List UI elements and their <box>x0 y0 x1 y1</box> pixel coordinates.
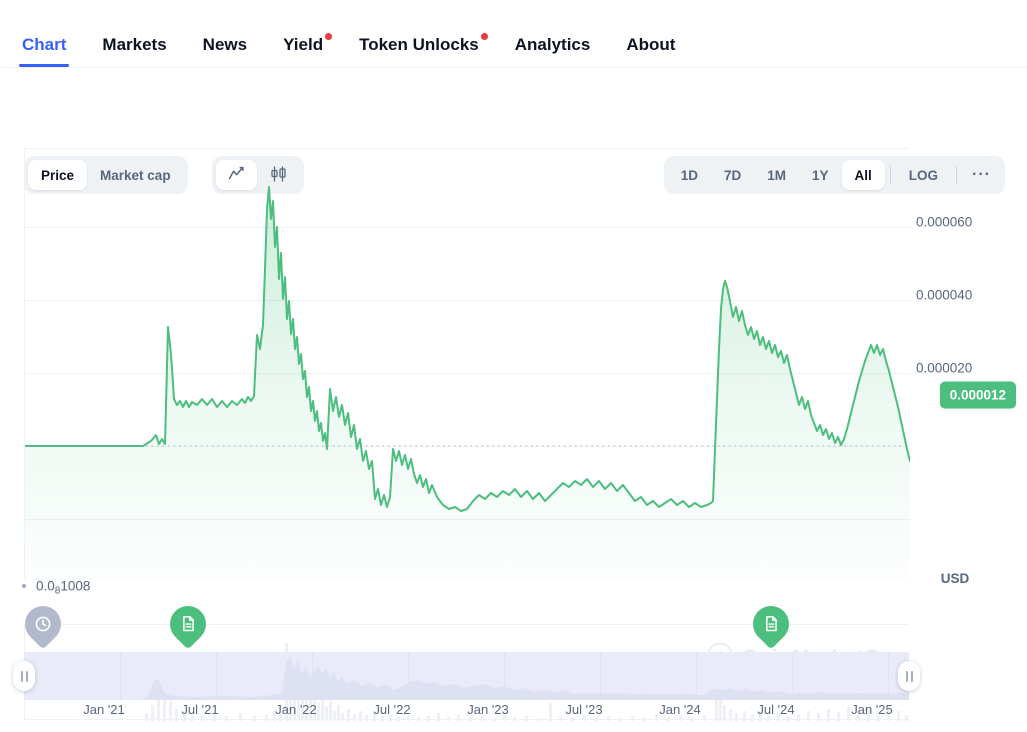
document-icon <box>163 599 214 650</box>
tab-analytics[interactable]: Analytics <box>515 36 591 67</box>
chart-navigator[interactable] <box>24 652 909 700</box>
atl-subscript: 8 <box>55 586 61 597</box>
tab-chart[interactable]: Chart <box>22 36 66 67</box>
y-tick-label: 0.000060 <box>916 215 972 230</box>
y-tick-label: 0.000040 <box>916 288 972 303</box>
tab-chart-label: Chart <box>22 35 66 54</box>
all-time-low-tick-icon <box>22 584 26 588</box>
document-icon <box>746 599 797 650</box>
navigator-x-tick-label: Jul '21 <box>181 702 218 717</box>
atl-digits: 1008 <box>60 579 90 594</box>
price-area-fill <box>25 187 910 581</box>
notification-dot-icon <box>481 33 488 40</box>
grip-bar <box>26 671 28 682</box>
event-markers <box>0 606 1027 648</box>
price-line-svg <box>25 149 910 581</box>
tab-token-unlocks[interactable]: Token Unlocks <box>359 36 479 67</box>
y-tick-label: 0.000020 <box>916 361 972 376</box>
navigator-x-tick-label: Jan '25 <box>851 702 893 717</box>
main-nav-tabs: Chart Markets News Yield Token Unlocks A… <box>0 0 1027 68</box>
tab-news-label: News <box>203 35 247 54</box>
history-icon <box>18 599 69 650</box>
tab-about[interactable]: About <box>626 36 675 67</box>
price-plot[interactable] <box>24 148 909 580</box>
navigator-handle-right[interactable] <box>898 661 920 691</box>
all-time-low-label: 0.081008 <box>36 579 90 594</box>
notification-dot-icon <box>325 33 332 40</box>
navigator-handle-left[interactable] <box>13 661 35 691</box>
tab-markets-label: Markets <box>102 35 166 54</box>
navigator-x-tick-label: Jul '23 <box>565 702 602 717</box>
navigator-x-tick-label: Jan '22 <box>275 702 317 717</box>
tab-analytics-label: Analytics <box>515 35 591 54</box>
tab-yield[interactable]: Yield <box>283 36 323 67</box>
navigator-area-svg <box>24 652 909 700</box>
chart-toolbar: Price Market cap <box>0 68 1027 144</box>
tab-token-unlocks-label: Token Unlocks <box>359 35 479 54</box>
tab-markets[interactable]: Markets <box>102 36 166 67</box>
currency-label: USD <box>941 571 970 586</box>
current-price-badge: 0.000012 <box>940 382 1016 409</box>
grip-bar <box>906 671 908 682</box>
grip-bar <box>911 671 913 682</box>
marker-news[interactable] <box>170 606 206 642</box>
navigator-x-tick-label: Jan '23 <box>467 702 509 717</box>
marker-history[interactable] <box>25 606 61 642</box>
atl-prefix: 0.0 <box>36 579 55 594</box>
navigator-x-tick-label: Jan '21 <box>83 702 125 717</box>
navigator-x-tick-label: Jan '24 <box>659 702 701 717</box>
navigator-x-axis-labels: Jan '21 Jul '21 Jan '22 Jul '22 Jan '23 … <box>24 702 909 722</box>
navigator-x-tick-label: Jul '24 <box>757 702 794 717</box>
tab-yield-label: Yield <box>283 35 323 54</box>
tab-about-label: About <box>626 35 675 54</box>
tab-news[interactable]: News <box>203 36 247 67</box>
coin-chart-page: Chart Markets News Yield Token Unlocks A… <box>0 0 1027 732</box>
navigator-x-tick-label: Jul '22 <box>373 702 410 717</box>
marker-news[interactable] <box>753 606 789 642</box>
grip-bar <box>21 671 23 682</box>
